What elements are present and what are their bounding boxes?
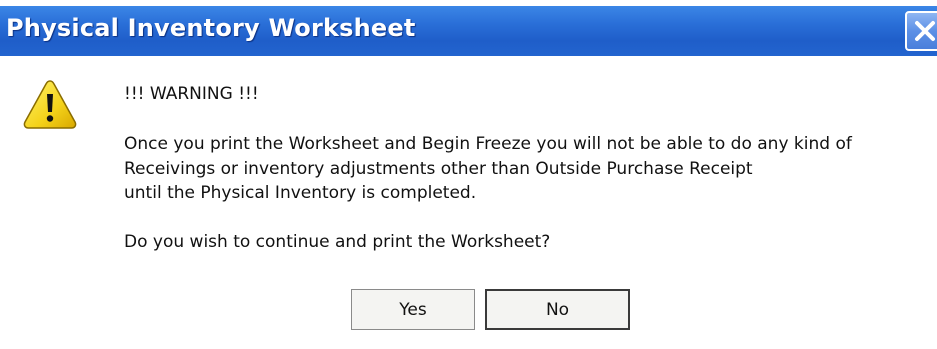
yes-button[interactable]: Yes bbox=[351, 289, 475, 330]
dialog-body: !!! WARNING !!! Once you print the Works… bbox=[0, 56, 937, 349]
window-title: Physical Inventory Worksheet bbox=[6, 14, 416, 42]
warning-icon bbox=[23, 80, 77, 129]
warning-heading: !!! WARNING !!! bbox=[124, 84, 259, 104]
no-button[interactable]: No bbox=[485, 289, 630, 330]
message-line-2: Receivings or inventory adjustments othe… bbox=[124, 159, 753, 179]
message-line-1: Once you print the Worksheet and Begin F… bbox=[124, 134, 852, 154]
close-icon bbox=[915, 21, 935, 41]
title-bar[interactable]: Physical Inventory Worksheet bbox=[0, 6, 937, 56]
message-line-3: until the Physical Inventory is complete… bbox=[124, 183, 477, 203]
confirm-question: Do you wish to continue and print the Wo… bbox=[124, 232, 551, 252]
confirmation-dialog: Physical Inventory Worksheet !!! WARNING… bbox=[0, 0, 937, 349]
close-button[interactable] bbox=[905, 11, 937, 51]
